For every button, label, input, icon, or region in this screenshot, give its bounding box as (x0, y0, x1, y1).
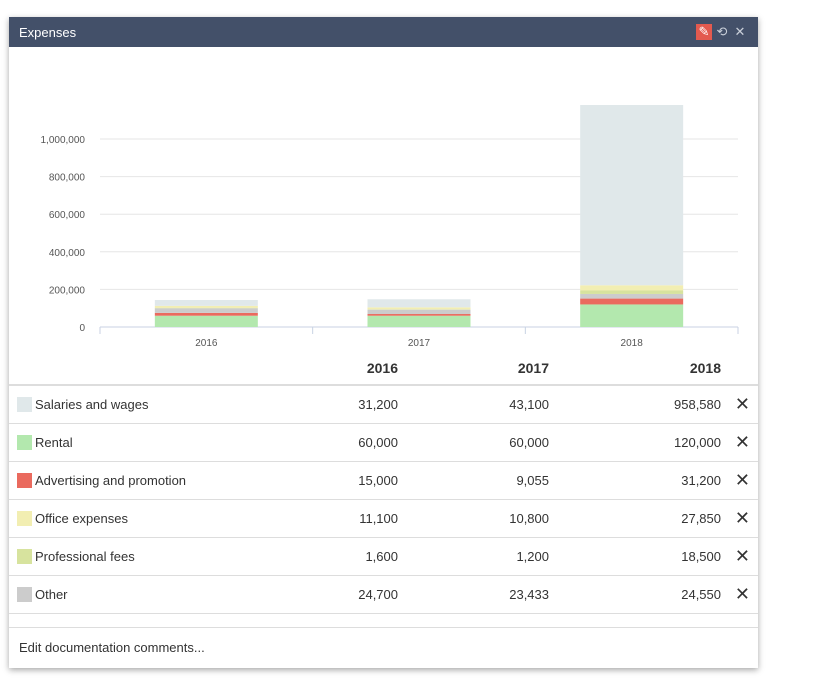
y-tick-label: 1,000,000 (41, 135, 86, 146)
bar-segment-rental (154, 315, 258, 327)
color-swatch (17, 473, 32, 488)
color-swatch (17, 397, 32, 412)
value-2016: 15,000 (358, 473, 398, 488)
value-2016: 11,100 (359, 511, 398, 526)
value-2017: 60,000 (509, 435, 549, 450)
table-row: Office expenses 11,100 10,800 27,850 ✕ (9, 500, 758, 538)
color-swatch (17, 549, 32, 564)
expenses-panel: Expenses ✎ ⟲ ✕ 0 200,000 400,000 600,000 800… (9, 17, 758, 668)
x-tick-label: 2018 (621, 338, 644, 349)
row-label-text: Advertising and promotion (35, 473, 187, 488)
remove-row-close-icon[interactable]: ✕ (735, 538, 750, 575)
value-2018: 120,000 (674, 435, 721, 450)
bar-segment-other (580, 293, 684, 299)
table-row: Other 24,700 23,433 24,550 ✕ (9, 576, 758, 614)
value-2016: 31,200 (358, 397, 398, 412)
value-2018: 18,500 (681, 549, 721, 564)
row-label-text: Other (35, 587, 68, 602)
x-tick-label: 2016 (195, 338, 218, 349)
bar-segment-salaries-and-wages (580, 105, 684, 286)
pencil-icon[interactable]: ✎ (696, 24, 712, 40)
row-label: Professional fees (17, 538, 135, 575)
value-2017: 10,800 (509, 511, 549, 526)
remove-row-close-icon[interactable]: ✕ (735, 576, 750, 613)
row-label-text: Rental (35, 435, 73, 450)
bar-segment-salaries-and-wages (367, 299, 471, 308)
bar-segment-other (154, 308, 258, 313)
row-label: Advertising and promotion (17, 462, 186, 499)
table-row: Advertising and promotion 15,000 9,055 3… (9, 462, 758, 500)
value-2018: 31,200 (681, 473, 721, 488)
table-row: Rental 60,000 60,000 120,000 ✕ (9, 424, 758, 462)
header-2017: 2017 (517, 360, 549, 376)
value-2017: 1,200 (516, 549, 549, 564)
bar-segment-office-expenses (154, 305, 258, 308)
row-label: Rental (17, 424, 73, 461)
row-label: Office expenses (17, 500, 128, 537)
remove-row-close-icon[interactable]: ✕ (735, 500, 750, 537)
y-tick-label: 0 (79, 323, 85, 334)
edit-documentation-link[interactable]: Edit documentation comments... (9, 627, 758, 668)
bar-segment-advertising-and-promotion (367, 314, 471, 316)
value-2017: 9,055 (516, 473, 549, 488)
row-label-text: Salaries and wages (35, 397, 149, 412)
row-label-text: Office expenses (35, 511, 128, 526)
stacked-bar-chart: 0 200,000 400,000 600,000 800,000 1,000,000 20… (41, 105, 739, 349)
y-tick-label: 800,000 (49, 173, 86, 184)
value-2018: 958,580 (674, 397, 721, 412)
table-row: Professional fees 1,600 1,200 18,500 ✕ (9, 538, 758, 576)
title-bar: Expenses ✎ ⟲ ✕ (9, 17, 758, 47)
row-label-text: Professional fees (35, 549, 135, 564)
table-header: 2016 2017 2018 (9, 353, 758, 386)
value-2018: 27,850 (681, 511, 721, 526)
bar-segment-other (367, 309, 471, 315)
value-2017: 43,100 (509, 397, 549, 412)
bar-segment-professional-fees (580, 290, 684, 294)
bar-segment-salaries-and-wages (154, 300, 258, 306)
header-2016: 2016 (366, 360, 398, 376)
color-swatch (17, 511, 32, 526)
row-label: Salaries and wages (17, 386, 148, 423)
data-table: 2016 2017 2018 Salaries and wages 31,200… (9, 353, 758, 614)
value-2016: 60,000 (358, 435, 398, 450)
panel-title: Expenses (19, 24, 77, 40)
bar-segment-rental (367, 315, 471, 327)
y-tick-label: 600,000 (49, 210, 86, 221)
value-2016: 1,600 (365, 549, 398, 564)
value-2017: 23,433 (509, 587, 549, 602)
y-tick-label: 200,000 (49, 285, 86, 296)
bar-segment-advertising-and-promotion (154, 312, 258, 316)
color-swatch (17, 587, 32, 602)
bar-segment-office-expenses (367, 307, 471, 310)
bar-segment-rental (580, 304, 684, 327)
remove-row-close-icon[interactable]: ✕ (735, 386, 750, 423)
remove-row-close-icon[interactable]: ✕ (735, 424, 750, 461)
table-row: Salaries and wages 31,200 43,100 958,580… (9, 386, 758, 424)
color-swatch (17, 435, 32, 450)
history-icon[interactable]: ⟲ (714, 24, 730, 40)
bar-segment-office-expenses (580, 285, 684, 291)
value-2018: 24,550 (681, 587, 721, 602)
row-label: Other (17, 576, 68, 613)
close-icon[interactable]: ✕ (732, 24, 748, 40)
bar-segment-advertising-and-promotion (580, 298, 684, 305)
x-tick-label: 2017 (408, 338, 431, 349)
y-tick-label: 400,000 (49, 248, 86, 259)
value-2016: 24,700 (358, 587, 398, 602)
header-2018: 2018 (689, 360, 721, 376)
remove-row-close-icon[interactable]: ✕ (735, 462, 750, 499)
